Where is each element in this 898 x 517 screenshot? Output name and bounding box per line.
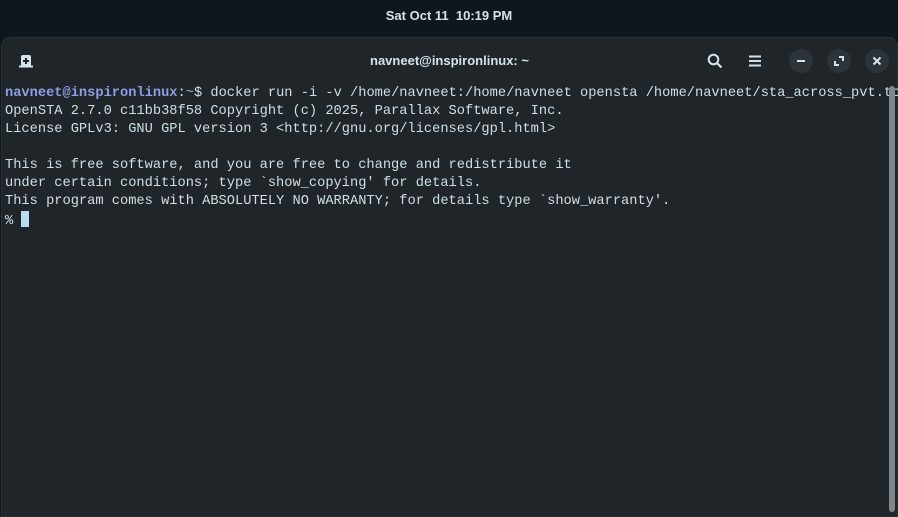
maximize-icon (834, 56, 844, 66)
output-line: under certain conditions; type `show_cop… (5, 176, 482, 191)
menu-button[interactable] (743, 49, 767, 73)
command-line: navneet@inspironlinux:~$ docker run -i -… (5, 85, 898, 103)
output-line: This program comes with ABSOLUTELY NO WA… (5, 194, 671, 209)
prompt-path: ~ (185, 86, 194, 101)
header-bar: navneet@inspironlinux: ~ (2, 38, 897, 84)
sta-prompt: % (5, 214, 22, 229)
close-icon (872, 56, 882, 66)
close-button[interactable] (865, 49, 889, 73)
prompt-symbol: $ (193, 86, 211, 101)
command-text: docker run -i -v /home/navneet:/home/nav… (210, 86, 898, 101)
minimize-icon (797, 60, 805, 62)
search-icon (707, 53, 723, 69)
maximize-button[interactable] (827, 49, 851, 73)
menu-icon (749, 55, 761, 67)
output-line: License GPLv3: GNU GPL version 3 <http:/… (5, 122, 556, 137)
output-line: This is free software, and you are free … (5, 158, 572, 173)
search-button[interactable] (703, 49, 727, 73)
output-line: ​ (5, 139, 885, 157)
scrollbar[interactable] (889, 86, 895, 512)
prompt-user-host: navneet@inspironlinux (5, 86, 178, 101)
prompt-separator: : (177, 86, 186, 101)
minimize-button[interactable] (789, 49, 813, 73)
sta-prompt-line: % (5, 211, 885, 231)
top-bar: Sat Oct 11 10:19 PM (0, 0, 898, 31)
terminal-output[interactable]: navneet@inspironlinux:~$ docker run -i -… (5, 85, 898, 516)
cursor (21, 211, 30, 227)
terminal-window: navneet@inspironlinux: ~ navneet@inspiro… (1, 37, 898, 517)
output-line: OpenSTA 2.7.0 c11bb38f58 Copyright (c) 2… (5, 104, 564, 119)
clock[interactable]: Sat Oct 11 10:19 PM (386, 8, 512, 23)
